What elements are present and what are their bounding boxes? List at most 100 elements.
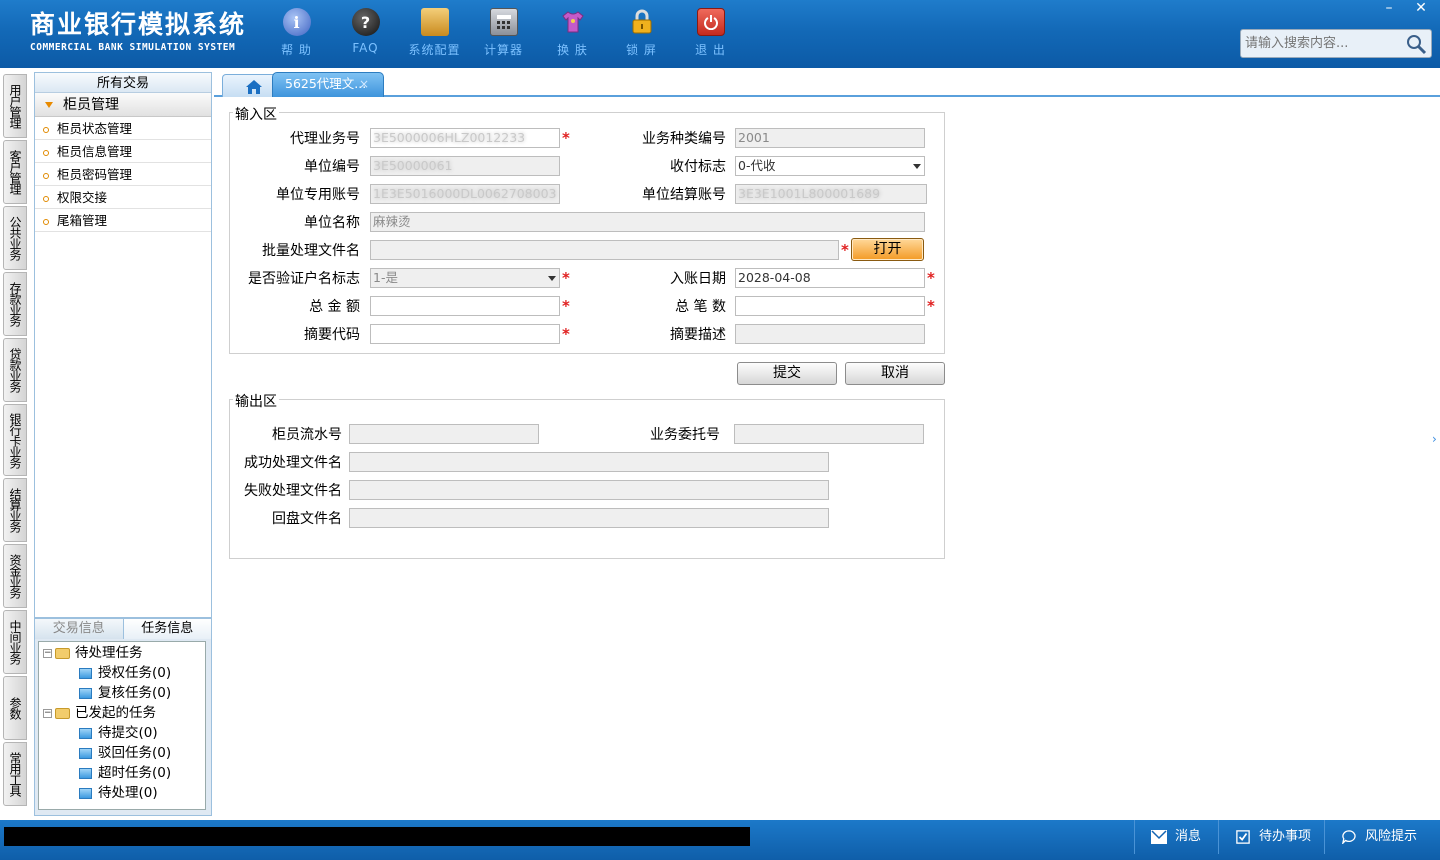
entry-date-field[interactable]: 2028-04-08 [735, 268, 925, 288]
task-list-icon [79, 727, 92, 739]
tree-node-timeout[interactable]: 超时任务(0) [79, 763, 171, 783]
mail-icon [1151, 829, 1167, 844]
search-icon[interactable] [1405, 33, 1427, 55]
tab-trade-info[interactable]: 交易信息 [35, 619, 124, 639]
total-count-field[interactable] [735, 296, 925, 316]
collapse-icon[interactable]: − [43, 708, 52, 718]
tab-fund-business[interactable]: 资金业务 [3, 544, 27, 608]
tab-intermediary-business[interactable]: 中间业务 [3, 610, 27, 674]
nav-item-permission-handover[interactable]: 权限交接 [35, 186, 211, 209]
summary-code-field[interactable] [370, 324, 560, 344]
tshirt-icon [559, 8, 587, 36]
task-panel: 交易信息 任务信息 − 待处理任务 授权任务(0) 复核任务(0) − 已发起的任务… [34, 618, 212, 816]
help-icon: i [282, 8, 311, 36]
nav-item-teller-status[interactable]: 柜员状态管理 [35, 117, 211, 140]
bullet-icon [43, 126, 49, 133]
help-button[interactable]: i 帮 助 [262, 8, 331, 58]
tab-common-tools[interactable]: 常用工具 [3, 742, 27, 806]
cancel-button[interactable]: 取消 [845, 362, 945, 385]
submit-button[interactable]: 提交 [737, 362, 837, 385]
entrust-no-field [734, 424, 924, 444]
settle-acct-label: 单位结算账号 [642, 187, 726, 203]
teller-serial-field [349, 424, 539, 444]
open-file-button[interactable]: 打开 [851, 238, 924, 261]
agent-no-field[interactable]: 3E5000006HLZ0012233 [370, 128, 560, 148]
unit-no-field: 3E50000061 [370, 156, 560, 176]
tab-customer-management[interactable]: 客户管理 [3, 140, 27, 204]
toolbar: i 帮 助 ? FAQ 系统配置 计算器 换 肤 锁 屏 退 出 [262, 8, 745, 58]
transaction-nav: 所有交易 柜员管理 柜员状态管理 柜员信息管理 柜员密码管理 权限交接 尾箱管理 [34, 72, 212, 618]
nav-header: 所有交易 [35, 73, 211, 93]
power-icon [696, 8, 725, 36]
change-skin-button[interactable]: 换 肤 [538, 8, 607, 58]
nav-item-teller-password[interactable]: 柜员密码管理 [35, 163, 211, 186]
settings-box-icon [420, 8, 449, 36]
required-mark: * [562, 325, 570, 343]
summary-desc-label: 摘要描述 [670, 327, 726, 343]
tab-public-business[interactable]: 公共业务 [3, 206, 27, 270]
bullet-icon [43, 218, 49, 225]
batch-file-field [370, 240, 839, 260]
tree-node-pending[interactable]: − 待处理任务 [43, 643, 143, 663]
faq-button[interactable]: ? FAQ [331, 8, 400, 58]
tab-task-info[interactable]: 任务信息 [123, 619, 211, 639]
risk-alert-button[interactable]: 风险提示 [1324, 820, 1440, 854]
tree-node-to-submit[interactable]: 待提交(0) [79, 723, 158, 743]
collapse-icon[interactable]: − [43, 648, 52, 658]
nav-item-cash-box[interactable]: 尾箱管理 [35, 209, 211, 232]
folder-icon [55, 707, 70, 719]
close-tab-icon[interactable]: × [359, 73, 369, 95]
lock-screen-button[interactable]: 锁 屏 [607, 8, 676, 58]
lock-icon [628, 8, 656, 36]
tree-node-rejected[interactable]: 驳回任务(0) [79, 743, 171, 763]
task-tree: − 待处理任务 授权任务(0) 复核任务(0) − 已发起的任务 待提交(0) 驳回… [38, 641, 206, 810]
tab-5625-agency-file[interactable]: 5625代理文... × [272, 72, 384, 97]
verify-name-label: 是否验证户名标志 [248, 271, 360, 287]
fail-file-label: 失败处理文件名 [244, 483, 342, 499]
tree-node-review-tasks[interactable]: 复核任务(0) [79, 683, 171, 703]
tree-node-to-process[interactable]: 待处理(0) [79, 783, 158, 803]
todo-button[interactable]: 待办事项 [1218, 820, 1324, 854]
verify-name-select[interactable]: 1-是 [370, 268, 560, 288]
tab-deposit-business[interactable]: 存款业务 [3, 272, 27, 336]
unit-name-label: 单位名称 [304, 215, 360, 231]
chat-bubble-icon [1342, 829, 1356, 844]
brand-subtitle: COMMERCIAL BANK SIMULATION SYSTEM [30, 42, 236, 53]
bullet-icon [43, 195, 49, 202]
system-config-button[interactable]: 系统配置 [400, 8, 469, 58]
success-file-label: 成功处理文件名 [244, 455, 342, 471]
expand-right-icon[interactable]: › [1432, 432, 1437, 446]
tree-node-initiated[interactable]: − 已发起的任务 [43, 703, 156, 723]
messages-button[interactable]: 消息 [1134, 820, 1220, 854]
close-window-button[interactable]: ✕ [1406, 0, 1436, 18]
tab-settlement-business[interactable]: 结算业务 [3, 478, 27, 542]
unit-no-label: 单位编号 [304, 159, 360, 175]
tab-parameters[interactable]: 参数 [3, 676, 27, 740]
pay-flag-select[interactable]: 0-代收 [735, 156, 925, 176]
chevron-down-icon [913, 164, 921, 169]
total-amount-field[interactable] [370, 296, 560, 316]
nav-item-teller-info[interactable]: 柜员信息管理 [35, 140, 211, 163]
required-mark: * [927, 269, 935, 287]
tab-bank-card-business[interactable]: 银行卡业务 [3, 404, 27, 476]
nav-group-teller-management[interactable]: 柜员管理 [35, 93, 211, 117]
required-mark: * [927, 297, 935, 315]
search-input[interactable] [1241, 30, 1401, 57]
required-mark: * [841, 241, 849, 259]
required-mark: * [562, 129, 570, 147]
batch-file-label: 批量处理文件名 [262, 243, 360, 259]
exit-button[interactable]: 退 出 [676, 8, 745, 58]
tab-loan-business[interactable]: 贷款业务 [3, 338, 27, 402]
brand: 商业银行模拟系统 COMMERCIAL BANK SIMULATION SYST… [30, 10, 246, 53]
minimize-button[interactable]: – [1374, 0, 1404, 18]
module-tabs: 用户管理 客户管理 公共业务 存款业务 贷款业务 银行卡业务 结算业务 资金业务… [0, 68, 30, 820]
required-mark: * [562, 269, 570, 287]
task-tabs: 交易信息 任务信息 [35, 619, 211, 639]
tree-node-auth-tasks[interactable]: 授权任务(0) [79, 663, 171, 683]
tab-user-management[interactable]: 用户管理 [3, 74, 27, 138]
calculator-button[interactable]: 计算器 [469, 8, 538, 58]
unit-name-field: 麻辣烫 [370, 212, 925, 232]
brand-title: 商业银行模拟系统 [30, 10, 247, 39]
success-file-field [349, 452, 829, 472]
task-list-icon [79, 667, 92, 679]
